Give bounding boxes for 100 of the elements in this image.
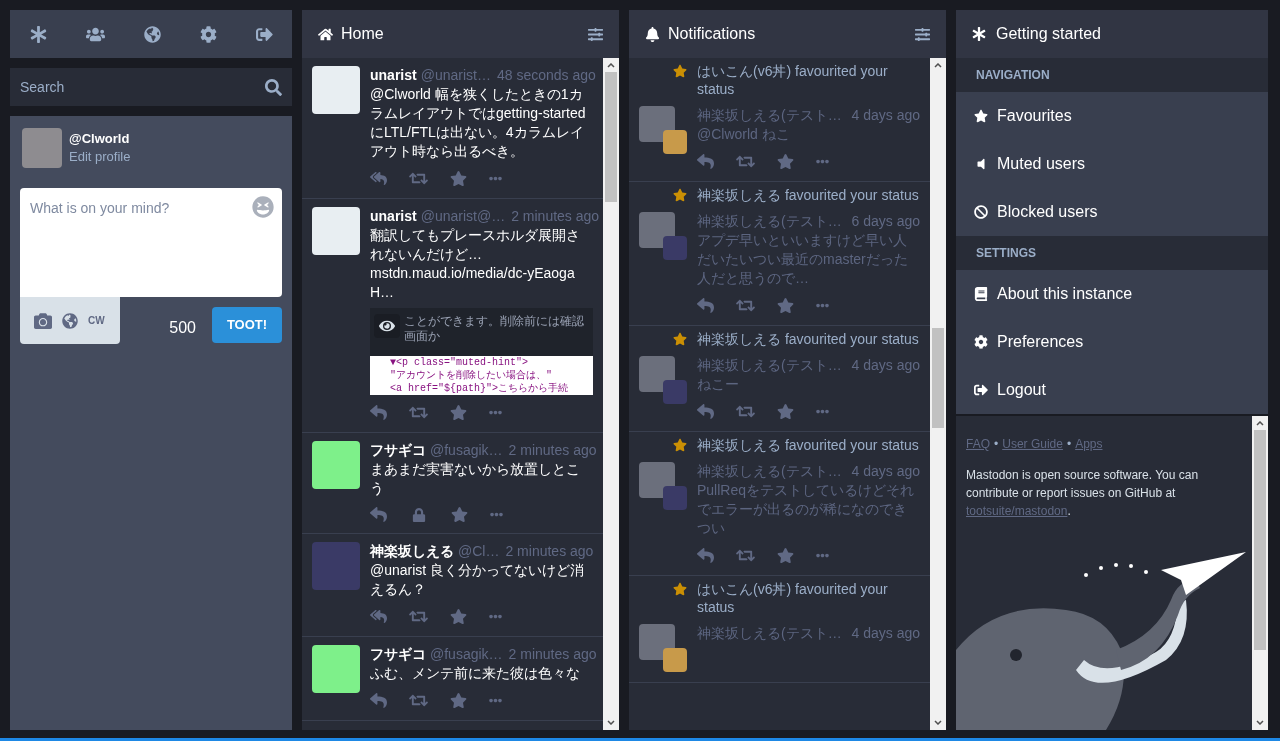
reply-icon[interactable] [697, 153, 714, 170]
account-handle[interactable]: @Clworld [69, 130, 131, 148]
favourite-icon[interactable] [777, 153, 794, 170]
section-heading: SETTINGS [956, 236, 1268, 270]
notification-text: はいこん(v6丼) favourited your status [697, 62, 889, 98]
notification-text: 神楽坂しえる favourited your status [697, 436, 919, 454]
display-name[interactable]: 神楽坂しえる(テスト… [697, 212, 842, 230]
scroll-down-icon[interactable] [607, 720, 615, 725]
display-name[interactable]: unarist [370, 207, 417, 225]
globe-icon[interactable] [143, 25, 161, 43]
account-handle: @fusagik… [430, 441, 503, 459]
timestamp[interactable]: 2 minutes ago [502, 441, 597, 459]
status-text: アプデ早いといいますけど早い人だいたいつい最近のmasterだった人だと思うので… [697, 231, 909, 288]
media-screenshot[interactable]: ことができます。削除前には確認画面か ▼<p class="muted-hint"> "アカウントを削除したい場合は、" <a href="${path}">こちらから手続 [370, 308, 593, 395]
camera-icon[interactable] [34, 311, 52, 330]
menu-item[interactable]: About this instance [956, 270, 1268, 318]
timestamp[interactable]: 2 minutes ago [499, 542, 594, 560]
display-name[interactable]: 神楽坂しえる(テスト… [697, 624, 842, 642]
footer-link[interactable]: Apps [1075, 436, 1103, 452]
reply-icon[interactable] [370, 692, 387, 709]
avatar-pair[interactable] [639, 106, 687, 154]
avatar-pair[interactable] [639, 212, 687, 260]
settings-icon[interactable] [199, 25, 217, 43]
timestamp[interactable]: 4 days ago [845, 106, 920, 124]
display-name[interactable]: 神楽坂しえる(テスト… [697, 356, 842, 374]
status-text: 翻訳してもプレースホルダ展開されないんだけど… [370, 226, 581, 264]
timestamp[interactable]: 48 seconds ago [490, 66, 596, 84]
reply-icon[interactable] [697, 403, 714, 420]
scroll-up-icon[interactable] [934, 63, 942, 68]
timestamp[interactable]: 2 minutes ago [505, 207, 600, 225]
settings-icon[interactable] [915, 26, 930, 42]
avatar-pair[interactable] [639, 624, 687, 672]
avatar-pair[interactable] [639, 462, 687, 510]
separator-dot: • [1066, 436, 1072, 452]
column-title: Notifications [668, 24, 756, 44]
star-icon [673, 64, 687, 78]
favourite-icon[interactable] [777, 403, 794, 420]
avatar-pair[interactable] [639, 356, 687, 404]
scrollbar-thumb[interactable] [1254, 430, 1266, 650]
footer-link[interactable]: User Guide [1002, 436, 1063, 452]
menu-item[interactable]: Blocked users [956, 188, 1268, 236]
compose-textarea[interactable]: What is on your mind? [20, 188, 282, 297]
screenshot-code: ▼<p class="muted-hint"> [370, 356, 593, 369]
display-name[interactable]: 神楽坂しえる(テスト… [697, 462, 842, 480]
display-name[interactable]: フサギコ [370, 441, 426, 459]
timestamp[interactable]: 4 days ago [845, 356, 920, 374]
status-text: @unarist 良く分かってないけど消えるん？ [370, 561, 586, 599]
timestamp[interactable]: 4 days ago [845, 624, 920, 642]
favourite-icon[interactable] [450, 608, 467, 625]
menu-item[interactable]: Muted users [956, 140, 1268, 188]
eye-toggle[interactable] [374, 314, 400, 338]
reply-icon[interactable] [370, 506, 387, 523]
edit-profile-link[interactable]: Edit profile [69, 148, 131, 166]
asterisk-icon[interactable] [29, 25, 47, 43]
reply-all-icon[interactable] [370, 170, 387, 187]
reply-icon[interactable] [697, 547, 714, 564]
globe-icon[interactable] [62, 312, 78, 329]
reply-icon[interactable] [697, 297, 714, 314]
scroll-up-icon[interactable] [1256, 421, 1264, 426]
timestamp[interactable]: 2 minutes ago [502, 645, 597, 663]
favourite-icon[interactable] [451, 506, 468, 523]
favourite-icon[interactable] [777, 297, 794, 314]
scroll-down-icon[interactable] [1256, 720, 1264, 725]
settings-icon[interactable] [588, 26, 603, 42]
display-name[interactable]: unarist [370, 66, 417, 84]
footer-link[interactable]: FAQ [966, 436, 990, 452]
display-name[interactable]: 神楽坂しえる [370, 542, 454, 560]
cw-button[interactable]: CW [88, 313, 105, 328]
display-name[interactable]: 神楽坂しえる(テスト… [697, 106, 842, 124]
status-text: @Clworld ねこ [697, 125, 791, 144]
search-icon[interactable] [265, 79, 282, 96]
scrollbar[interactable] [1252, 416, 1268, 730]
search-field[interactable]: Search [10, 68, 292, 106]
display-name[interactable]: フサギコ [370, 645, 426, 663]
menu-item[interactable]: Preferences [956, 318, 1268, 366]
account-handle: @fusagik… [430, 645, 503, 663]
toot-button[interactable]: TOOT! [212, 307, 282, 343]
book-icon [974, 287, 988, 301]
favourite-icon[interactable] [450, 692, 467, 709]
scrollbar[interactable] [930, 58, 946, 730]
timestamp[interactable]: 4 days ago [845, 462, 920, 480]
menu-item[interactable]: Favourites [956, 92, 1268, 140]
sign-out-icon[interactable] [255, 25, 273, 43]
reply-all-icon[interactable] [370, 608, 387, 625]
favourite-icon[interactable] [777, 547, 794, 564]
scroll-down-icon[interactable] [934, 720, 942, 725]
character-counter: 500 [169, 318, 196, 338]
scrollbar[interactable] [603, 58, 619, 730]
about-text: Mastodon is open source software. You can contribute or report issues on GitHub at tootsuite/mastodon. [966, 467, 1200, 520]
favourite-icon[interactable] [450, 404, 467, 421]
emoji-icon[interactable] [252, 196, 274, 218]
reply-icon[interactable] [370, 404, 387, 421]
status-link[interactable]: mstdn.maud.io/media/dc-yEaogaH… [370, 264, 593, 302]
scroll-up-icon[interactable] [607, 63, 615, 68]
scrollbar-thumb[interactable] [932, 328, 944, 428]
menu-item[interactable]: Logout [956, 366, 1268, 414]
section-heading: NAVIGATION [956, 58, 1268, 92]
timestamp[interactable]: 6 days ago [845, 212, 920, 230]
scrollbar-thumb[interactable] [605, 72, 617, 202]
favourite-icon[interactable] [450, 170, 467, 187]
